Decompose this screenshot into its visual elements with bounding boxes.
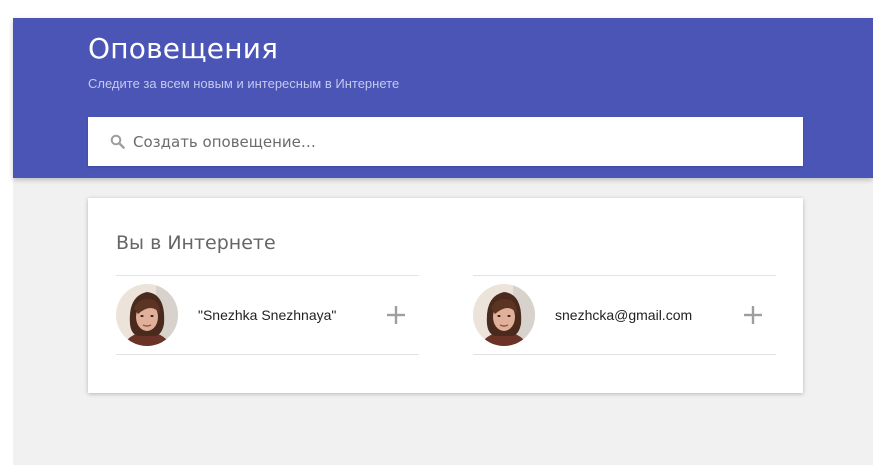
- identity-item-email: snezhcka@gmail.com: [473, 275, 776, 355]
- you-on-web-card: Вы в Интернете "Snezhka Snezhnaya" snezh…: [88, 198, 803, 393]
- create-alert-input[interactable]: [133, 126, 773, 157]
- identity-item-name: "Snezhka Snezhnaya": [116, 275, 419, 355]
- avatar: [473, 284, 535, 346]
- add-alert-button[interactable]: [383, 302, 409, 328]
- identity-label: "Snezhka Snezhnaya": [198, 307, 337, 323]
- page-subtitle: Следите за всем новым и интересным в Инт…: [88, 76, 400, 91]
- header-bar: Оповещения Следите за всем новым и интер…: [13, 18, 873, 178]
- search-icon: [109, 134, 125, 150]
- page-title: Оповещения: [88, 32, 279, 65]
- avatar: [116, 284, 178, 346]
- add-alert-button[interactable]: [740, 302, 766, 328]
- plus-icon: [744, 306, 762, 324]
- create-alert-box[interactable]: [88, 117, 803, 166]
- page-frame: Оповещения Следите за всем новым и интер…: [13, 18, 873, 465]
- identity-label: snezhcka@gmail.com: [555, 307, 693, 323]
- plus-icon: [387, 306, 405, 324]
- card-title: Вы в Интернете: [116, 232, 276, 254]
